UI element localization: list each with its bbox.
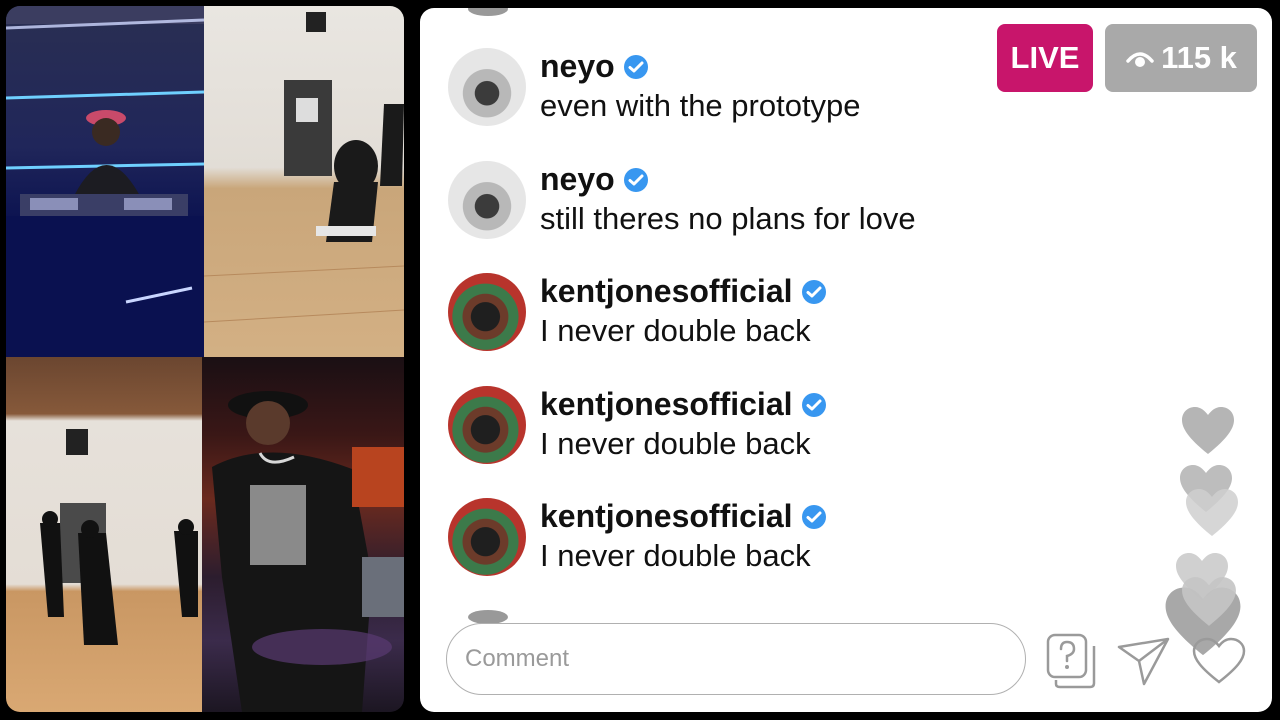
eye-icon — [1126, 52, 1154, 67]
avatar[interactable] — [448, 386, 526, 464]
comment-text: still theres no plans for love — [540, 201, 916, 236]
comment-item[interactable]: kentjonesofficial I never double back — [448, 498, 1008, 578]
video-tile-performer[interactable] — [202, 357, 404, 712]
username-text: neyo — [540, 161, 615, 197]
avatar[interactable] — [448, 161, 526, 239]
comment-text: I never double back — [540, 538, 811, 573]
live-badge: LIVE — [997, 24, 1093, 92]
question-button[interactable] — [1042, 632, 1100, 690]
video-tile-dancers[interactable] — [6, 357, 202, 712]
heart-icon — [1182, 577, 1236, 626]
dj-scene — [6, 6, 204, 357]
comment-username[interactable]: kentjonesofficial — [540, 386, 827, 423]
comment-item[interactable]: kentjonesofficial I never double back — [448, 386, 1008, 466]
comment-text: even with the prototype — [540, 88, 861, 123]
question-icon — [1046, 633, 1096, 689]
verified-icon — [623, 54, 648, 79]
username-text: neyo — [540, 48, 615, 84]
verified-icon — [801, 279, 826, 304]
send-button[interactable] — [1115, 632, 1173, 690]
avatar[interactable] — [448, 48, 526, 126]
studio-scene — [204, 12, 404, 323]
heart-icon — [1182, 407, 1234, 454]
comment-item[interactable]: neyo even with the prototype — [448, 48, 1008, 128]
username-text: kentjonesofficial — [540, 273, 793, 309]
performer-scene — [212, 391, 404, 712]
username-text: kentjonesofficial — [540, 386, 793, 422]
comment-item[interactable]: kentjonesofficial I never double back — [448, 273, 1008, 353]
verified-icon — [801, 504, 826, 529]
verified-icon — [801, 392, 826, 417]
comment-text: I never double back — [540, 426, 811, 461]
comment-input[interactable]: Comment — [446, 623, 1026, 695]
heart-icon — [1192, 637, 1246, 684]
like-button[interactable] — [1190, 632, 1248, 690]
dancers-scene — [40, 429, 198, 645]
avatar[interactable] — [448, 273, 526, 351]
comment-username[interactable]: neyo — [540, 161, 649, 198]
comment-item[interactable]: neyo still theres no plans for love — [448, 161, 1008, 241]
avatar[interactable] — [448, 498, 526, 576]
live-chat-panel: LIVE 115 k neyo even with the prototype … — [420, 8, 1272, 712]
video-tile-studio[interactable] — [204, 6, 404, 357]
partial-avatar-top — [468, 8, 508, 16]
video-grid — [6, 6, 404, 712]
partial-avatar-bottom — [468, 610, 508, 624]
viewer-count-badge[interactable]: 115 k — [1105, 24, 1257, 92]
username-text: kentjonesofficial — [540, 498, 793, 534]
comment-placeholder: Comment — [465, 645, 570, 672]
comment-text: I never double back — [540, 313, 811, 348]
comment-username[interactable]: kentjonesofficial — [540, 273, 827, 310]
heart-icon — [1186, 489, 1238, 536]
comment-username[interactable]: neyo — [540, 48, 649, 85]
send-icon — [1117, 637, 1170, 686]
verified-icon — [623, 167, 648, 192]
comment-username[interactable]: kentjonesofficial — [540, 498, 827, 535]
viewer-count: 115 k — [1161, 40, 1237, 75]
video-tile-dj[interactable] — [6, 6, 204, 357]
